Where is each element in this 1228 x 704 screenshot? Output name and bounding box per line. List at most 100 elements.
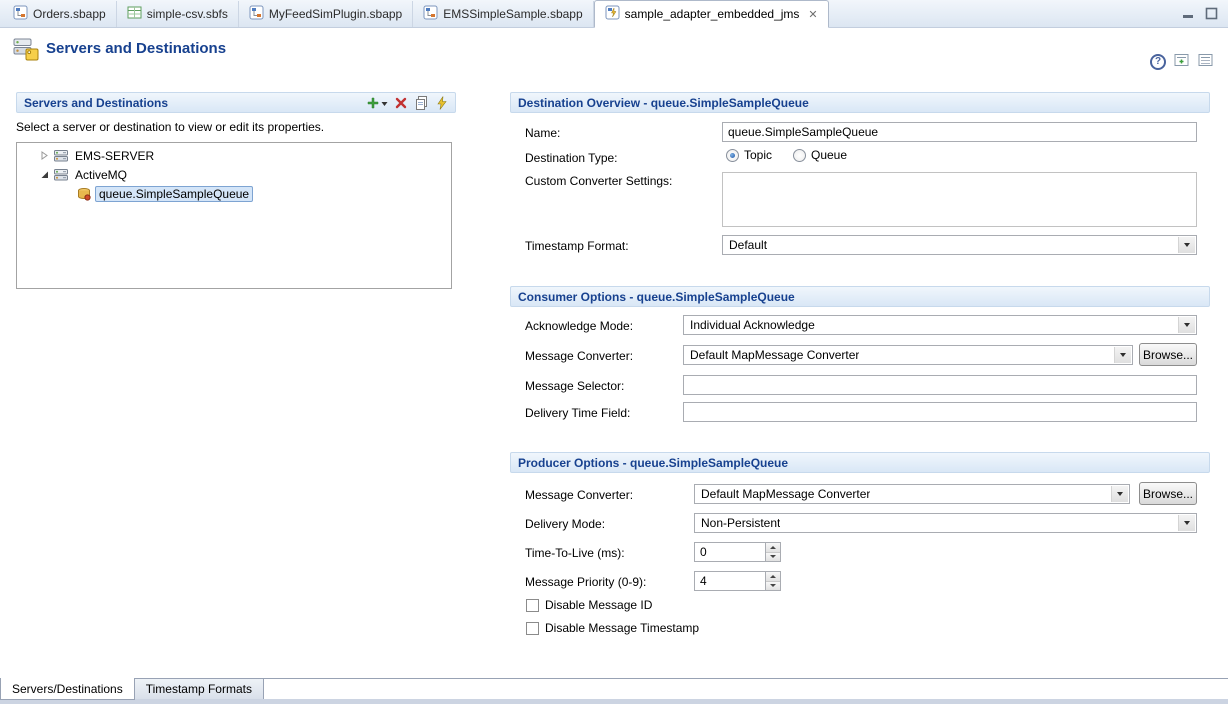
producer-message-converter-select[interactable]: Default MapMessage Converter (694, 484, 1130, 504)
minimize-icon[interactable] (1182, 7, 1195, 23)
editor-tab-sample-adapter-embedded-jms[interactable]: sample_adapter_embedded_jms ✕ (594, 0, 829, 28)
chevron-down-icon (1184, 243, 1190, 247)
chevron-up-icon (770, 546, 776, 549)
consumer-options-section: Consumer Options - queue.SimpleSampleQue… (510, 286, 1210, 452)
section-title: Consumer Options - queue.SimpleSampleQue… (518, 290, 795, 304)
disable-message-timestamp-checkbox[interactable] (526, 622, 539, 635)
consumer-browse-button[interactable]: Browse... (1139, 343, 1197, 366)
message-priority-input[interactable] (694, 571, 766, 591)
page-title: Servers and Destinations (46, 40, 226, 57)
topic-radio-label: Topic (744, 148, 772, 162)
section-header: Consumer Options - queue.SimpleSampleQue… (510, 286, 1210, 307)
tree-item-activemq[interactable]: ActiveMQ (17, 165, 451, 184)
producer-message-converter-label: Message Converter: (525, 488, 633, 502)
time-to-live-spinner[interactable] (694, 542, 781, 562)
chevron-down-icon (1184, 521, 1190, 525)
chevron-up-icon (770, 575, 776, 578)
name-label: Name: (525, 126, 560, 140)
adapter-file-icon (605, 5, 620, 23)
spinner-down-button[interactable] (766, 553, 780, 562)
spinner-up-button[interactable] (766, 543, 780, 553)
server-tree[interactable]: EMS-SERVER ActiveMQ queue.SimpleSampleQu… (16, 142, 452, 289)
combo-arrow-button[interactable] (1111, 486, 1128, 502)
custom-converter-settings-textarea[interactable] (722, 172, 1197, 227)
editor-tab-label: simple-csv.sbfs (147, 7, 228, 21)
timestamp-format-value: Default (729, 238, 767, 252)
topic-radio[interactable] (726, 149, 739, 162)
tree-item-label: queue.SimpleSampleQueue (95, 186, 253, 202)
disable-message-id-checkbox[interactable] (526, 599, 539, 612)
combo-arrow-button[interactable] (1114, 347, 1131, 363)
tab-servers-destinations[interactable]: Servers/Destinations (0, 678, 135, 700)
window-bottom-edge (0, 699, 1228, 704)
chevron-down-icon (1184, 323, 1190, 327)
chevron-right-icon[interactable] (39, 151, 50, 160)
section-title: Destination Overview - queue.SimpleSampl… (518, 96, 809, 110)
queue-icon (76, 186, 92, 202)
tree-item-queue-simplesamplequeue[interactable]: queue.SimpleSampleQueue (17, 184, 451, 203)
message-priority-spinner[interactable] (694, 571, 781, 591)
acknowledge-mode-value: Individual Acknowledge (690, 318, 815, 332)
consumer-message-converter-select[interactable]: Default MapMessage Converter (683, 345, 1133, 365)
message-selector-input[interactable] (683, 375, 1197, 395)
acknowledge-mode-select[interactable]: Individual Acknowledge (683, 315, 1197, 335)
editor-tab-orders-sbapp[interactable]: Orders.sbapp (3, 1, 117, 27)
add-server-button[interactable] (367, 96, 388, 110)
servers-section-header: Servers and Destinations (16, 92, 456, 113)
copy-button[interactable] (414, 95, 429, 110)
delivery-time-field-input[interactable] (683, 402, 1197, 422)
section-title: Producer Options - queue.SimpleSampleQue… (518, 456, 788, 470)
close-icon[interactable]: ✕ (808, 8, 817, 21)
time-to-live-input[interactable] (694, 542, 766, 562)
editor-tab-simple-csv-sbfs[interactable]: simple-csv.sbfs (117, 1, 239, 27)
tab-timestamp-formats[interactable]: Timestamp Formats (135, 679, 264, 700)
acknowledge-mode-label: Acknowledge Mode: (525, 319, 633, 333)
sbapp-file-icon (423, 5, 438, 23)
servers-and-destinations-icon (13, 37, 41, 66)
delivery-mode-value: Non-Persistent (701, 516, 780, 530)
help-icon[interactable]: ? (1150, 54, 1166, 70)
chevron-down-icon (1117, 492, 1123, 496)
message-selector-label: Message Selector: (525, 379, 624, 393)
timestamp-format-select[interactable]: Default (722, 235, 1197, 255)
sbapp-file-icon (13, 5, 28, 23)
chevron-expanded-icon[interactable] (39, 170, 50, 179)
section-header: Producer Options - queue.SimpleSampleQue… (510, 452, 1210, 473)
page-header: Servers and Destinations ? (0, 29, 1228, 91)
spinner-down-button[interactable] (766, 582, 780, 591)
consumer-message-converter-label: Message Converter: (525, 349, 633, 363)
maximize-icon[interactable] (1205, 7, 1218, 23)
name-input[interactable] (722, 122, 1197, 142)
destination-type-label: Destination Type: (525, 151, 618, 165)
section-header: Destination Overview - queue.SimpleSampl… (510, 92, 1210, 113)
wizard-button[interactable] (436, 96, 448, 110)
disable-message-timestamp-label: Disable Message Timestamp (545, 621, 699, 635)
combo-arrow-button[interactable] (1178, 515, 1195, 531)
streambase-studio-editor: Orders.sbapp simple-csv.sbfs MyFeedSimPl… (0, 0, 1228, 704)
editor-tab-myfeedsimplugin-sbapp[interactable]: MyFeedSimPlugin.sbapp (239, 1, 413, 27)
tree-item-label: EMS-SERVER (73, 149, 156, 163)
editor-tab-label: Orders.sbapp (33, 7, 106, 21)
tree-item-ems-server[interactable]: EMS-SERVER (17, 146, 451, 165)
expand-all-icon[interactable] (1174, 52, 1190, 71)
editor-tab-emssimplesample-sbapp[interactable]: EMSSimpleSample.sbapp (413, 1, 593, 27)
collapse-all-icon[interactable] (1198, 52, 1214, 71)
delivery-mode-label: Delivery Mode: (525, 517, 605, 531)
chevron-down-icon (770, 555, 776, 558)
delivery-mode-select[interactable]: Non-Persistent (694, 513, 1197, 533)
producer-options-section: Producer Options - queue.SimpleSampleQue… (510, 452, 1210, 678)
tree-item-label: ActiveMQ (73, 168, 129, 182)
server-icon (53, 148, 69, 164)
queue-radio[interactable] (793, 149, 806, 162)
producer-browse-button[interactable]: Browse... (1139, 482, 1197, 505)
spinner-up-button[interactable] (766, 572, 780, 582)
editor-tab-label: MyFeedSimPlugin.sbapp (269, 7, 402, 21)
combo-arrow-button[interactable] (1178, 317, 1195, 333)
editor-tab-label: EMSSimpleSample.sbapp (443, 7, 582, 21)
delete-button[interactable] (395, 97, 407, 109)
timestamp-format-label: Timestamp Format: (525, 239, 629, 253)
chevron-down-icon[interactable] (381, 96, 388, 110)
servers-panel-description: Select a server or destination to view o… (16, 120, 456, 134)
bottom-tab-bar: Servers/Destinations Timestamp Formats (0, 678, 1228, 699)
combo-arrow-button[interactable] (1178, 237, 1195, 253)
